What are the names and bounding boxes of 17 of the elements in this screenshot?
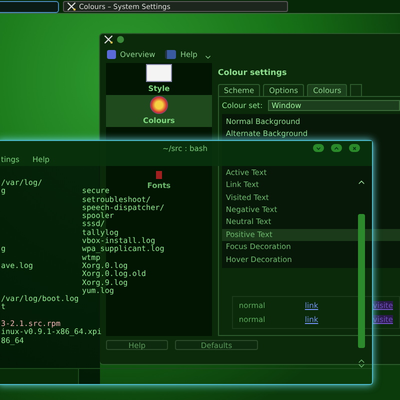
tab[interactable] (350, 84, 362, 96)
window-button[interactable] (117, 36, 124, 43)
tools-icon (104, 35, 113, 44)
scroll-arrows-icon (358, 359, 365, 368)
scroll-up-icon (358, 179, 365, 185)
close-icon (351, 144, 358, 152)
page-heading: Colour settings (218, 67, 288, 79)
scrollbar-thumb[interactable] (358, 214, 365, 348)
minimize-icon (315, 144, 322, 152)
maximize-icon (333, 144, 340, 152)
tools-icon (67, 2, 76, 11)
chevron-icon (205, 54, 212, 60)
minimize-button[interactable] (313, 144, 324, 152)
maximize-button[interactable] (331, 144, 342, 152)
task-button[interactable] (0, 1, 59, 13)
scrollbar[interactable] (357, 179, 366, 368)
close-button[interactable] (349, 144, 360, 152)
